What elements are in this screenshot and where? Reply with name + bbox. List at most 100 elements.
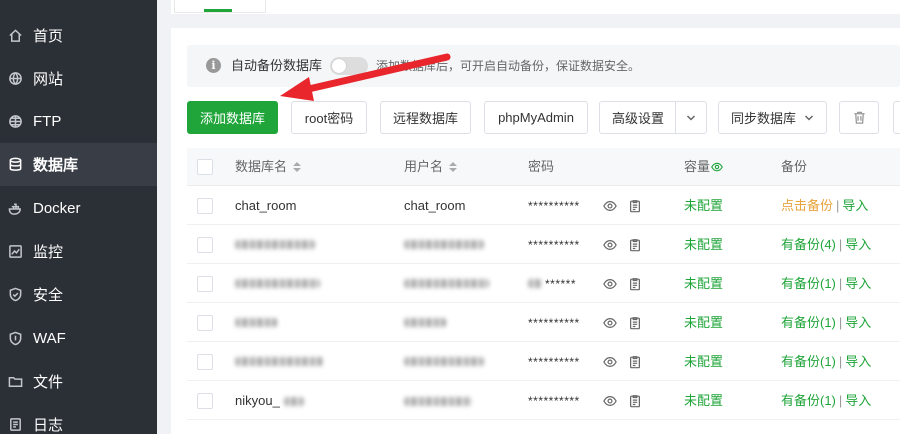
sync-database-dropdown[interactable]: 同步数据库 [718, 101, 827, 134]
sidebar-item-home[interactable]: 首页 [0, 14, 157, 57]
row-checkbox[interactable] [197, 393, 213, 409]
column-header-db-name[interactable]: 数据库名 [235, 159, 302, 175]
sidebar-item-docker[interactable]: Docker [0, 187, 157, 230]
separator: | [838, 354, 843, 369]
cell-backup: 有备份(1) | 导入 [781, 393, 871, 409]
show-password-eye-icon[interactable] [603, 355, 617, 369]
sidebar-item-ftp[interactable]: FTP [0, 100, 157, 143]
sidebar-item-label: 数据库 [33, 157, 79, 174]
advanced-settings-dropdown[interactable]: 高级设置 [599, 101, 707, 134]
auto-backup-text: 添加数据库后，可开启自动备份，保证数据安全。 [376, 59, 641, 73]
show-password-eye-icon[interactable] [603, 394, 617, 408]
import-link[interactable]: 导入 [845, 315, 871, 330]
import-link[interactable]: 导入 [842, 198, 868, 213]
cell-capacity[interactable]: 未配置 [684, 237, 723, 253]
add-database-button[interactable]: 添加数据库 [187, 101, 278, 134]
row-checkbox[interactable] [197, 237, 213, 253]
eye-icon[interactable] [710, 161, 723, 173]
shield-icon [6, 286, 24, 304]
cell-password: ********** [528, 394, 580, 408]
redacted-db-name [235, 279, 320, 288]
column-header-capacity: 容量 [684, 159, 723, 175]
import-link[interactable]: 导入 [845, 276, 871, 291]
toggle-knob [332, 59, 346, 73]
cell-capacity[interactable]: 未配置 [684, 198, 723, 214]
sidebar-item-logs[interactable]: 日志 [0, 403, 157, 434]
show-password-eye-icon[interactable] [603, 277, 617, 291]
phpmyadmin-button[interactable]: phpMyAdmin [484, 101, 588, 134]
column-header-username[interactable]: 用户名 [404, 159, 458, 175]
separator: | [838, 237, 843, 252]
sidebar-item-label: 首页 [33, 28, 64, 45]
sidebar-item-label: 监控 [33, 244, 64, 261]
cell-password: ****** [545, 277, 577, 291]
sidebar-item-files[interactable]: 文件 [0, 360, 157, 403]
root-password-button[interactable]: root密码 [291, 101, 367, 134]
column-header-label: 用户名 [404, 159, 444, 174]
row-checkbox[interactable] [197, 198, 213, 214]
separator: | [838, 315, 843, 330]
cell-password: ********** [528, 316, 580, 330]
redacted-username [404, 357, 484, 366]
import-link[interactable]: 导入 [845, 354, 871, 369]
show-password-eye-icon[interactable] [603, 199, 617, 213]
cell-capacity[interactable]: 未配置 [684, 354, 723, 370]
separator: | [838, 276, 843, 291]
column-header-label: 容量 [684, 159, 711, 174]
globe-icon [6, 70, 24, 88]
delete-button[interactable] [839, 101, 879, 134]
backup-link[interactable]: 有备份(1) [781, 276, 836, 291]
sidebar-item-label: FTP [33, 113, 62, 130]
backup-link[interactable]: 有备份(1) [781, 315, 836, 330]
row-checkbox[interactable] [197, 276, 213, 292]
redacted-username [404, 240, 484, 249]
row-checkbox[interactable] [197, 315, 213, 331]
cell-capacity[interactable]: 未配置 [684, 315, 723, 331]
column-header-password: 密码 [528, 159, 555, 174]
backup-link[interactable]: 有备份(1) [781, 354, 836, 369]
sidebar-item-monitor[interactable]: 监控 [0, 230, 157, 273]
backup-link[interactable]: 有备份(1) [781, 393, 836, 408]
redacted-username [404, 318, 446, 327]
sidebar-item-database[interactable]: 数据库 [0, 143, 157, 186]
backup-link[interactable]: 点击备份 [781, 198, 833, 213]
row-checkbox[interactable] [197, 354, 213, 370]
sidebar-item-waf[interactable]: WAF [0, 317, 157, 360]
copy-clipboard-icon[interactable] [628, 238, 642, 252]
auto-backup-label: 自动备份数据库 [231, 58, 323, 73]
sidebar-item-security[interactable]: 安全 [0, 273, 157, 316]
database-icon [6, 156, 24, 174]
chevron-down-icon[interactable] [675, 102, 706, 133]
backup-link[interactable]: 有备份(4) [781, 237, 836, 252]
show-password-eye-icon[interactable] [603, 238, 617, 252]
cell-backup: 有备份(1) | 导入 [781, 276, 871, 292]
copy-clipboard-icon[interactable] [628, 316, 642, 330]
more-button[interactable] [893, 101, 900, 134]
select-all-checkbox[interactable] [197, 159, 213, 175]
log-icon [6, 416, 24, 434]
redacted-username [404, 279, 489, 288]
redacted-username [404, 397, 472, 406]
import-link[interactable]: 导入 [845, 393, 871, 408]
copy-clipboard-icon[interactable] [628, 199, 642, 213]
advanced-settings-label: 高级设置 [612, 111, 665, 126]
cell-capacity[interactable]: 未配置 [684, 276, 723, 292]
redacted-password-prefix [528, 279, 542, 288]
separator: | [838, 393, 843, 408]
cell-capacity[interactable]: 未配置 [684, 393, 723, 409]
sidebar-item-label: WAF [33, 330, 66, 347]
column-header-backup: 备份 [781, 159, 808, 174]
import-link[interactable]: 导入 [845, 237, 871, 252]
copy-clipboard-icon[interactable] [628, 394, 642, 408]
cell-db-name: chat_room [235, 198, 297, 213]
sidebar-item-website[interactable]: 网站 [0, 57, 157, 100]
column-header-label: 数据库名 [235, 159, 288, 174]
waf-shield-icon [6, 330, 24, 348]
copy-clipboard-icon[interactable] [628, 355, 642, 369]
sidebar-item-label: 文件 [33, 374, 64, 391]
show-password-eye-icon[interactable] [603, 316, 617, 330]
docker-icon [6, 200, 24, 218]
copy-clipboard-icon[interactable] [628, 277, 642, 291]
redacted-db-name-suffix [284, 397, 304, 406]
remote-database-button[interactable]: 远程数据库 [380, 101, 471, 134]
